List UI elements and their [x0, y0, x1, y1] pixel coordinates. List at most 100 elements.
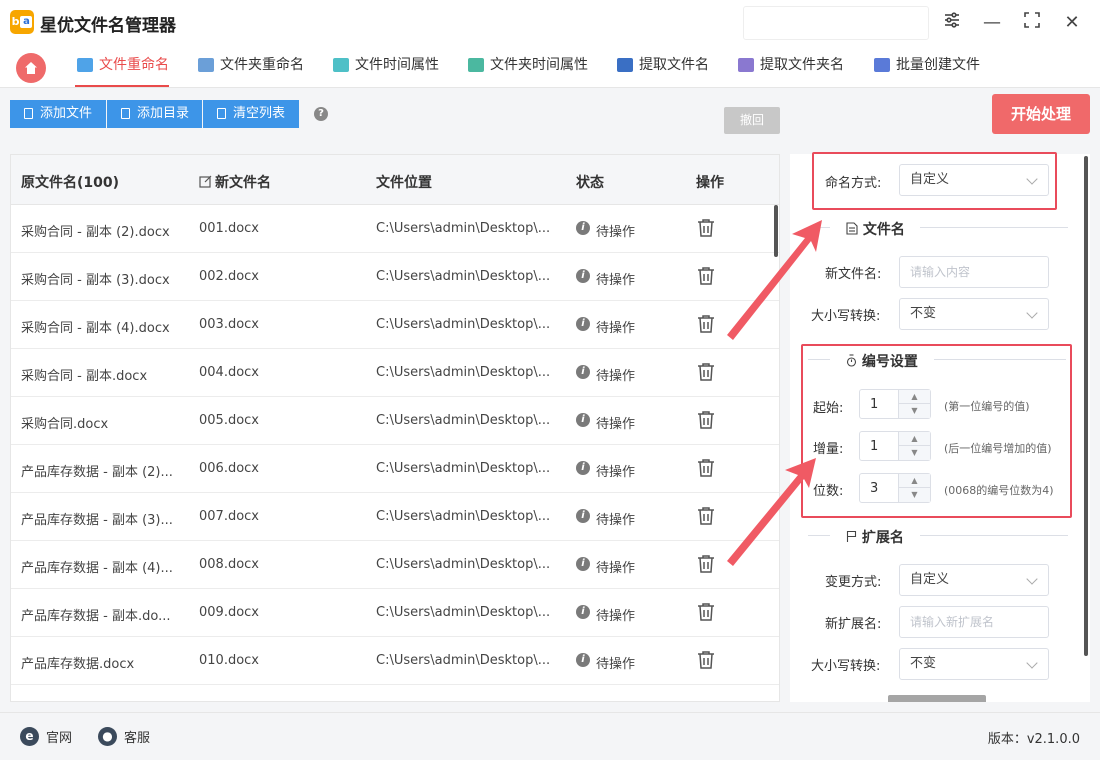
add-directory-button[interactable]: 添加目录: [107, 100, 202, 128]
increment-arrow-icon[interactable]: ▲: [898, 390, 930, 404]
status-bar: e 官网 ● 客服 版本：v2.1.0.0: [0, 712, 1100, 760]
timer-icon: [846, 354, 857, 367]
file-location: C:\Users\admin\Desktop\...: [376, 317, 551, 332]
trash-icon[interactable]: [697, 362, 715, 386]
info-icon: i: [576, 461, 590, 475]
table-scrollbar[interactable]: [774, 205, 778, 257]
start-process-button[interactable]: 开始处理: [992, 94, 1090, 134]
original-filename: 产品库存数据 - 副本.do...: [21, 609, 171, 624]
folder-time-icon: [468, 58, 484, 72]
new-filename: 004.docx: [199, 365, 259, 380]
section-divider: [808, 359, 830, 360]
panel-scrollbar[interactable]: [1084, 156, 1088, 656]
table-row[interactable]: 产品库存数据 - 副本 (2)... 006.docx C:\Users\admin…: [11, 445, 779, 493]
settings-sliders-icon[interactable]: [940, 11, 964, 35]
tab-file-rename[interactable]: 文件重命名: [75, 46, 169, 87]
trash-icon[interactable]: [697, 650, 715, 674]
step-label: 增量:: [813, 442, 844, 457]
start-number-stepper[interactable]: 1 ▲ ▼: [859, 389, 931, 419]
tab-folder-rename[interactable]: 文件夹重命名: [196, 46, 304, 87]
trash-icon[interactable]: [697, 410, 715, 434]
ext-case-label: 大小写转换:: [811, 659, 881, 674]
case-convert-select[interactable]: 不变: [899, 298, 1049, 330]
filename-section-title: 文件名: [846, 219, 905, 239]
section-divider: [920, 227, 1068, 228]
folder-rename-icon: [198, 58, 214, 72]
chat-bubble-icon: ●: [98, 727, 117, 746]
table-row[interactable]: 采购合同 - 副本 (4).docx 003.docx C:\Users\admin…: [11, 301, 779, 349]
minimize-button[interactable]: —: [980, 11, 1004, 35]
trash-icon[interactable]: [697, 218, 715, 242]
edit-icon: [199, 175, 212, 188]
digits-stepper[interactable]: 3 ▲ ▼: [859, 473, 931, 503]
start-label: 起始:: [813, 401, 844, 416]
file-time-icon: [333, 58, 349, 72]
tab-folder-time[interactable]: 文件夹时间属性: [466, 46, 588, 87]
trash-icon[interactable]: [697, 602, 715, 626]
new-filename: 009.docx: [199, 605, 259, 620]
close-button[interactable]: ✕: [1060, 11, 1084, 35]
trash-icon[interactable]: [697, 506, 715, 530]
original-filename: 产品库存数据 - 副本 (4)...: [21, 561, 173, 576]
batch-create-icon: [874, 58, 890, 72]
add-file-button[interactable]: 添加文件: [10, 100, 106, 128]
support-link[interactable]: ● 客服: [98, 727, 150, 746]
title-search-box[interactable]: [743, 6, 929, 40]
digits-label: 位数:: [813, 484, 844, 499]
table-row[interactable]: 采购合同 - 副本 (2).docx 001.docx C:\Users\admin…: [11, 205, 779, 253]
new-filename-input[interactable]: [899, 256, 1049, 288]
header-location[interactable]: 文件位置: [376, 172, 432, 192]
tab-extract-filename[interactable]: 提取文件名: [615, 46, 709, 87]
trash-icon[interactable]: [697, 554, 715, 578]
maximize-button[interactable]: [1020, 11, 1044, 35]
ext-mode-select[interactable]: 自定义: [899, 564, 1049, 596]
table-row-partial[interactable]: [11, 685, 779, 701]
header-original-name[interactable]: 原文件名(100): [21, 172, 119, 192]
table-row[interactable]: 采购合同 - 副本 (3).docx 002.docx C:\Users\admin…: [11, 253, 779, 301]
tab-file-time[interactable]: 文件时间属性: [331, 46, 439, 87]
decrement-arrow-icon[interactable]: ▼: [898, 446, 930, 460]
step-number-stepper[interactable]: 1 ▲ ▼: [859, 431, 931, 461]
help-icon[interactable]: ?: [314, 107, 328, 121]
increment-arrow-icon[interactable]: ▲: [898, 432, 930, 446]
decrement-arrow-icon[interactable]: ▼: [898, 488, 930, 502]
section-divider: [934, 359, 1066, 360]
table-row[interactable]: 产品库存数据 - 副本 (3)... 007.docx C:\Users\admin…: [11, 493, 779, 541]
trash-icon[interactable]: [697, 266, 715, 290]
tab-extract-foldername[interactable]: 提取文件夹名: [736, 46, 844, 87]
naming-mode-select[interactable]: 自定义: [899, 164, 1049, 196]
clear-list-button[interactable]: 清空列表: [203, 100, 299, 128]
header-action: 操作: [696, 175, 724, 191]
website-link[interactable]: e 官网: [20, 727, 72, 746]
version-label: 版本：v2.1.0.0: [987, 732, 1080, 747]
new-filename: 008.docx: [199, 557, 259, 572]
home-icon: [25, 62, 37, 74]
increment-arrow-icon[interactable]: ▲: [898, 474, 930, 488]
document-icon: [846, 222, 858, 235]
original-filename: 产品库存数据.docx: [21, 657, 135, 672]
app-window: ba 星优文件名管理器 — ✕ 文件重命名 文件夹重命名 文件时间属性 文件夹时…: [0, 0, 1100, 760]
status-text: 待操作: [596, 369, 636, 384]
tab-batch-create[interactable]: 批量创建文件: [872, 46, 980, 87]
header-new-name[interactable]: 新文件名: [199, 172, 271, 192]
ext-case-select[interactable]: 不变: [899, 648, 1049, 680]
naming-mode-label: 命名方式:: [825, 176, 882, 191]
decrement-arrow-icon[interactable]: ▼: [898, 404, 930, 418]
table-row[interactable]: 采购合同 - 副本.docx 004.docx C:\Users\admin\Des…: [11, 349, 779, 397]
table-row[interactable]: 产品库存数据 - 副本 (4)... 008.docx C:\Users\admin…: [11, 541, 779, 589]
original-filename: 采购合同 - 副本 (2).docx: [21, 225, 170, 240]
file-location: C:\Users\admin\Desktop\...: [376, 413, 551, 428]
undo-button[interactable]: 撤回: [724, 107, 780, 134]
new-extension-input[interactable]: [899, 606, 1049, 638]
header-status[interactable]: 状态: [576, 172, 604, 192]
trash-icon[interactable]: [697, 314, 715, 338]
file-table: 原文件名(100) 新文件名 文件位置 状态 操作 采购合同 - 副本 (2).…: [10, 154, 780, 702]
table-row[interactable]: 产品库存数据.docx 010.docx C:\Users\admin\Deskto…: [11, 637, 779, 685]
table-row[interactable]: 产品库存数据 - 副本.do... 009.docx C:\Users\admin\…: [11, 589, 779, 637]
table-row[interactable]: 采购合同.docx 005.docx C:\Users\admin\Desktop\…: [11, 397, 779, 445]
home-button[interactable]: [16, 53, 46, 83]
panel-partial-button[interactable]: [888, 695, 986, 702]
chevron-down-icon: [1026, 307, 1038, 319]
original-filename: 采购合同.docx: [21, 417, 109, 432]
trash-icon[interactable]: [697, 458, 715, 482]
